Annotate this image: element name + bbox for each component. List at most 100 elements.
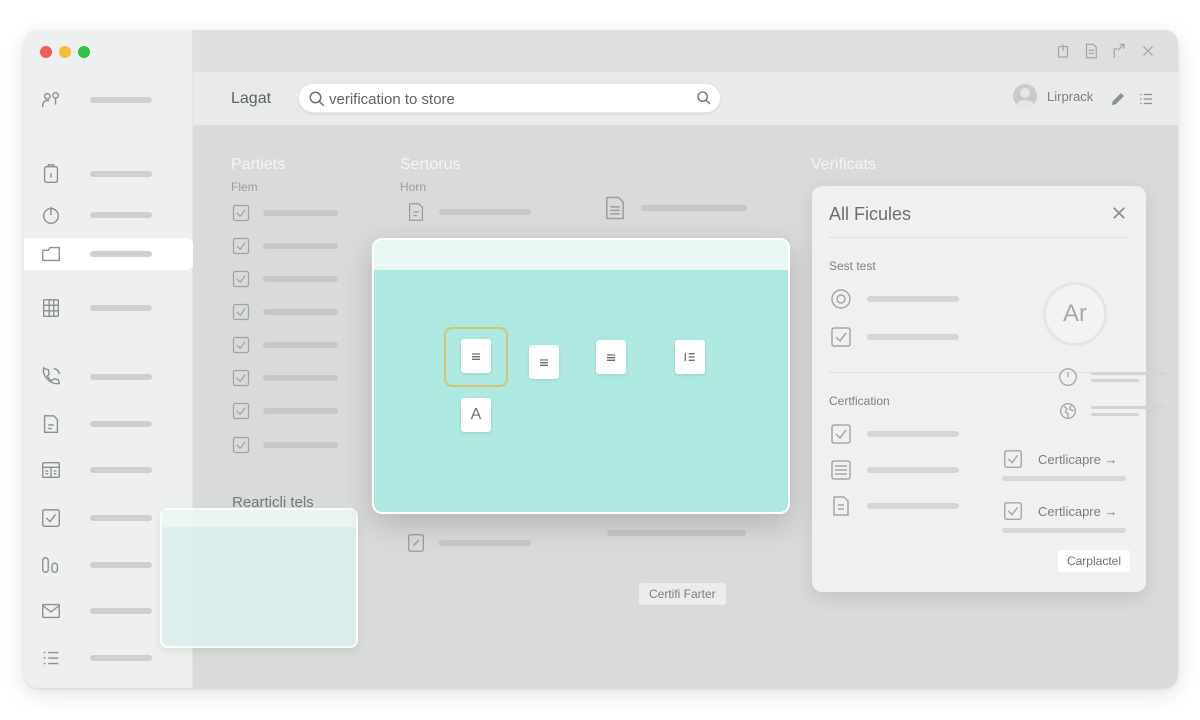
certifi-farter-button[interactable]: Certifi Farter xyxy=(639,583,726,605)
pencil-icon[interactable] xyxy=(1109,90,1127,108)
sidebar-item-table[interactable] xyxy=(40,457,190,483)
share-icon[interactable] xyxy=(1054,42,1072,60)
sidebar-item-label xyxy=(90,171,152,177)
close-window-button[interactable] xyxy=(40,46,52,58)
sidebar-item-label xyxy=(90,97,152,103)
checklist-row[interactable] xyxy=(231,334,338,356)
radio-icon xyxy=(831,289,851,309)
export-icon[interactable] xyxy=(1109,42,1127,60)
file-icon-letter[interactable]: A xyxy=(461,398,491,432)
checkbox-icon xyxy=(1004,450,1022,468)
sidebar-item-phone[interactable] xyxy=(40,364,190,390)
document-icon xyxy=(606,196,624,220)
cert-item-label: Certlicapre → xyxy=(1038,503,1118,519)
drop-panel-header xyxy=(374,240,788,270)
list-icon xyxy=(43,651,59,665)
list-item[interactable] xyxy=(405,201,531,223)
maximize-window-button[interactable] xyxy=(78,46,90,58)
user-name: Lirprack xyxy=(1047,88,1094,104)
dragged-panel-preview[interactable] xyxy=(160,508,358,648)
list-item[interactable] xyxy=(405,532,531,554)
checklist-row[interactable] xyxy=(231,367,338,389)
checklist-row[interactable] xyxy=(231,202,338,224)
floating-row[interactable] xyxy=(1057,400,1165,422)
checkbox-icon xyxy=(1004,502,1022,520)
checkbox-icon xyxy=(42,509,60,527)
table-icon xyxy=(831,460,851,480)
section-label-sest-test: Sest test xyxy=(829,259,876,273)
cancel-button[interactable]: Carplactel xyxy=(1057,550,1130,572)
all-files-dialog: All Ficules Sest test Ar Certfication Ce… xyxy=(812,186,1146,592)
file-icon[interactable] xyxy=(529,345,559,379)
sidebar-item-label xyxy=(90,305,152,311)
file-icon[interactable] xyxy=(461,339,491,373)
search-bar[interactable] xyxy=(298,83,721,113)
option-row[interactable] xyxy=(829,325,959,349)
bars-icon xyxy=(42,556,59,574)
edit-document-icon xyxy=(408,534,424,552)
checkbox-icon xyxy=(831,424,851,444)
minimize-window-button[interactable] xyxy=(59,46,71,58)
checklist-row[interactable] xyxy=(231,400,338,422)
checkbox-icon xyxy=(232,436,250,454)
checkbox-icon xyxy=(831,327,851,347)
globe-icon xyxy=(1059,402,1077,420)
checkbox-icon xyxy=(232,336,250,354)
list-item[interactable] xyxy=(601,196,747,220)
cert-item-2[interactable]: Certlicapre → xyxy=(1002,500,1117,522)
checkbox-icon xyxy=(232,237,250,255)
checkbox-icon xyxy=(232,270,250,288)
column-subtitle-left: Flem xyxy=(231,180,258,194)
progress-placeholder xyxy=(607,530,746,536)
sidebar-item-folder[interactable] xyxy=(40,241,190,267)
folder-icon xyxy=(42,246,60,262)
document-icon[interactable] xyxy=(1082,42,1100,60)
option-row[interactable] xyxy=(829,287,959,311)
close-icon[interactable] xyxy=(1110,204,1128,222)
floating-row[interactable] xyxy=(1057,366,1165,388)
checklist-row[interactable] xyxy=(231,235,338,257)
list-menu-icon[interactable] xyxy=(1137,90,1155,108)
option-row[interactable] xyxy=(829,422,959,446)
search-input[interactable] xyxy=(329,90,689,108)
sidebar-item-label xyxy=(90,655,152,661)
sidebar-item-label xyxy=(90,374,152,380)
sidebar-item-label xyxy=(90,515,152,521)
column-title-middle: Sertorus xyxy=(400,156,461,173)
file-icon[interactable] xyxy=(596,340,626,374)
user-settings-icon xyxy=(42,91,60,108)
option-row[interactable] xyxy=(829,458,959,482)
checkbox-icon xyxy=(232,204,250,222)
checklist-row[interactable] xyxy=(231,434,338,456)
sidebar-item-user-settings[interactable] xyxy=(40,87,190,113)
file-drop-panel[interactable]: A xyxy=(372,238,790,514)
sidebar-item-grid[interactable] xyxy=(40,295,190,321)
document-icon xyxy=(833,496,849,516)
search-submit-icon[interactable] xyxy=(696,90,712,106)
document-icon xyxy=(408,203,424,221)
sidebar-item-document[interactable] xyxy=(40,411,190,437)
sidebar-item-label xyxy=(90,251,152,257)
checkbox-icon xyxy=(232,369,250,387)
search-icon xyxy=(309,91,325,107)
mail-icon xyxy=(42,603,60,619)
checkbox-icon xyxy=(232,402,250,420)
sidebar-item-label xyxy=(90,608,152,614)
checklist-row[interactable] xyxy=(231,301,338,323)
sidebar-item-clipboard[interactable] xyxy=(40,161,190,187)
option-row[interactable] xyxy=(829,494,959,518)
checklist-row[interactable] xyxy=(231,268,338,290)
user-menu[interactable]: Lirprack xyxy=(1013,84,1093,108)
sidebar-item-power[interactable] xyxy=(40,202,190,228)
title-bar xyxy=(193,30,1178,72)
clipboard-icon xyxy=(43,164,59,183)
cert-item-1[interactable]: Certlicapre → xyxy=(1002,448,1117,470)
file-icon[interactable] xyxy=(675,340,705,374)
avatar xyxy=(1013,84,1037,108)
toolbar: Lagat Lirprack xyxy=(193,72,1178,126)
column-subtitle-middle: Horn xyxy=(400,180,427,194)
clock-icon xyxy=(1059,368,1077,386)
sidebar-item-list[interactable] xyxy=(40,645,190,671)
close-icon[interactable] xyxy=(1139,42,1157,60)
app-window: Lagat Lirprack Partiets Flem Sertorus Ho… xyxy=(24,30,1178,688)
